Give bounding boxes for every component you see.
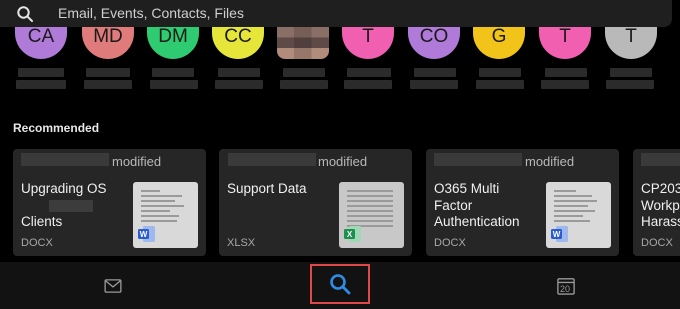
file-type: DOCX [21,237,53,249]
word-icon: W [551,226,568,242]
svg-text:W: W [553,230,561,239]
bottom-nav: 20 [0,262,680,309]
nav-search-button[interactable] [310,264,370,304]
search-bar[interactable]: Email, Events, Contacts, Files [0,0,672,27]
contact-avatar[interactable]: G [473,27,525,59]
contact-name-redacted [410,80,458,89]
contact-name-redacted [476,80,524,89]
contact-avatar[interactable]: T [605,27,657,59]
modifier-name-redacted [641,153,680,166]
excel-icon: X [344,226,361,242]
contact-name-redacted [283,68,325,77]
search-input[interactable]: Email, Events, Contacts, Files [58,5,244,21]
nav-mail-button[interactable] [88,262,138,309]
file-status: modified [525,154,575,169]
file-status: modified [112,154,162,169]
file-name-redacted [49,199,93,212]
contact-name-redacted [18,68,64,77]
contact-avatar[interactable]: MD [82,27,134,59]
file-name: O365 Multi Factor Authentication [434,181,520,229]
contact-name-redacted [16,80,66,89]
contact-name-redacted [606,80,654,89]
contact-avatar[interactable]: DM [147,27,199,59]
contact-name-redacted [84,80,132,89]
modifier-name-redacted [21,153,109,166]
contact-name-redacted [218,68,260,77]
file-status: modified [318,154,368,169]
contact-avatar[interactable]: CO [408,27,460,59]
svg-text:W: W [140,230,148,239]
contact-name-redacted [545,68,587,77]
file-type: XLSX [227,237,256,249]
search-icon [330,274,351,295]
recommended-file-card[interactable]: modified Upgrading OS Clients DOCX W [13,149,206,256]
calendar-day: 20 [560,284,571,294]
file-thumbnail: X [339,182,404,248]
file-name: Upgrading OS Clients [21,181,107,229]
word-icon: W [138,226,155,242]
contact-name-redacted [347,68,391,77]
recommended-file-card[interactable]: CP203 Workp Harass DOCX [633,149,680,256]
mail-icon [104,279,122,293]
contact-name-redacted [280,80,328,89]
nav-calendar-button[interactable]: 20 [545,262,595,309]
contact-name-redacted [215,80,263,89]
recommended-file-card[interactable]: modified O365 Multi Factor Authenticatio… [426,149,619,256]
file-thumbnail: W [133,182,198,248]
svg-text:X: X [347,230,353,239]
contact-name-redacted [610,68,652,77]
contact-name-redacted [414,68,456,77]
modifier-name-redacted [228,153,316,166]
search-icon [17,6,33,22]
document-preview-lines [141,190,189,225]
contact-name-redacted [150,80,198,89]
file-name: CP203 Workp Harass [641,181,680,229]
contact-avatar[interactable]: CC [212,27,264,59]
contact-avatar[interactable]: T [342,27,394,59]
recommended-file-card[interactable]: modified Support Data XLSX X [219,149,412,256]
contact-name-redacted [152,68,194,77]
file-name: Support Data [227,181,307,196]
contact-avatar-photo[interactable] [277,27,329,59]
file-thumbnail: W [546,182,611,248]
contact-name-redacted [541,80,589,89]
file-type: DOCX [641,237,673,249]
document-preview-lines [554,190,602,225]
contact-name-redacted [86,68,130,77]
contact-name-redacted [344,80,392,89]
contact-avatar[interactable]: T [539,27,591,59]
contact-avatar[interactable]: CA [15,27,67,59]
contact-name-redacted [479,68,521,77]
modifier-name-redacted [434,153,522,166]
section-title-recommended: Recommended [13,121,100,135]
file-type: DOCX [434,237,466,249]
